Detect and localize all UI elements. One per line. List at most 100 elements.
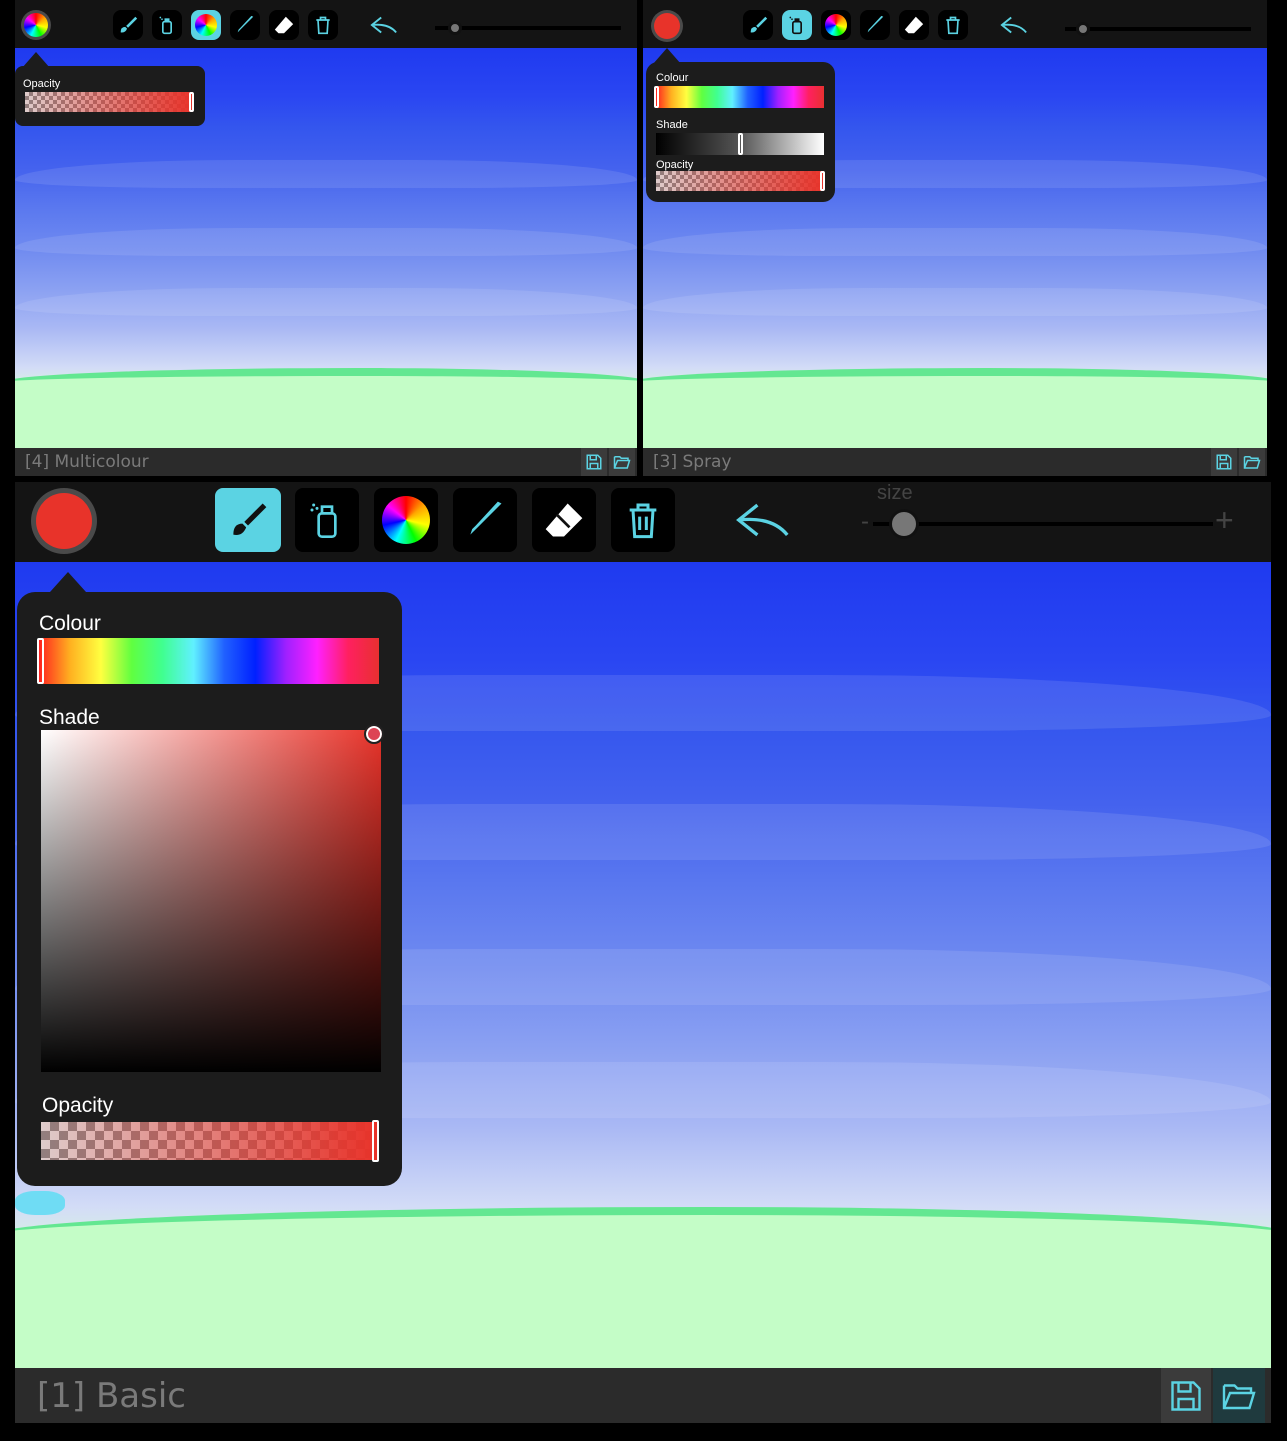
shade-label: Shade: [656, 119, 688, 131]
pen-icon: [237, 15, 254, 33]
size-plus: +: [1215, 502, 1234, 538]
panel-label: [1] Basic: [37, 1375, 186, 1416]
opacity-slider[interactable]: [656, 171, 824, 191]
panel-footer: [4] Multicolour: [15, 448, 637, 476]
trash-tool-button[interactable]: [611, 488, 675, 552]
size-slider-track: [435, 26, 621, 30]
shade-picker[interactable]: [41, 730, 381, 1072]
colour-picker-button[interactable]: [651, 10, 683, 42]
spray-icon: [310, 503, 337, 538]
hue-slider-handle[interactable]: [654, 86, 659, 108]
spray-icon: [159, 16, 172, 35]
save-button[interactable]: [1161, 1368, 1211, 1423]
eraser-icon: [904, 16, 924, 34]
size-slider-knob[interactable]: [889, 509, 919, 539]
colour-picker-button[interactable]: [21, 10, 51, 40]
save-button[interactable]: [1211, 448, 1237, 476]
trash-icon: [629, 503, 657, 539]
opacity-slider[interactable]: [41, 1122, 377, 1160]
colour-popup: Opacity: [15, 66, 205, 126]
open-button[interactable]: [1239, 448, 1265, 476]
hue-slider[interactable]: [656, 86, 824, 108]
panel-multicolour: [4] Multicolour Opacity: [15, 0, 637, 476]
shade-slider-handle[interactable]: [738, 133, 743, 155]
colour-popup: Colour Shade Opacity: [17, 592, 402, 1186]
toolbar: [643, 0, 1267, 48]
open-button[interactable]: [1213, 1368, 1265, 1423]
spray-tool-button[interactable]: [295, 488, 359, 552]
colour-label: Colour: [656, 72, 689, 84]
panel-label: [3] Spray: [653, 452, 732, 472]
undo-icon: [370, 16, 397, 34]
pen-icon: [867, 15, 884, 33]
eraser-tool-button[interactable]: [899, 10, 929, 40]
eraser-tool-button[interactable]: [269, 10, 299, 40]
folder-open-icon: [1222, 1383, 1256, 1409]
undo-button[interactable]: [367, 10, 401, 40]
pen-tool-button[interactable]: [860, 10, 890, 40]
pen-tool-button[interactable]: [230, 10, 260, 40]
multicolour-tool-button[interactable]: [191, 10, 221, 40]
brush-tool-button[interactable]: [215, 488, 281, 552]
panel-spray: [3] Spray Colour Shade Opacity: [643, 0, 1267, 476]
pen-icon: [470, 501, 502, 535]
colour-popup: Colour Shade Opacity: [646, 62, 835, 202]
spray-icon: [789, 16, 802, 35]
size-slider-knob[interactable]: [448, 21, 462, 35]
hue-slider[interactable]: [39, 638, 379, 684]
opacity-label: Opacity: [23, 78, 61, 90]
size-slider[interactable]: [873, 509, 1213, 539]
opacity-slider-handle[interactable]: [820, 171, 825, 191]
toolbar: size - +: [15, 482, 1271, 562]
brush-tool-button[interactable]: [743, 10, 773, 40]
opacity-slider[interactable]: [25, 92, 193, 112]
save-icon: [1216, 454, 1232, 470]
size-slider[interactable]: [435, 18, 621, 38]
colour-label: Colour: [39, 612, 101, 635]
multicolour-tool-button[interactable]: [374, 488, 438, 552]
panel-basic: size - + [1] Basic Colour Shade Opacity: [15, 482, 1271, 1423]
colour-picker-button[interactable]: [31, 488, 97, 554]
size-slider[interactable]: [1065, 19, 1251, 39]
grass-hill: [15, 368, 637, 448]
eraser-icon: [545, 503, 583, 537]
panel-label: [4] Multicolour: [25, 452, 149, 472]
popup-caret: [50, 572, 86, 592]
multicolour-icon: [825, 14, 847, 36]
trash-tool-button[interactable]: [938, 10, 968, 40]
size-slider-knob[interactable]: [1076, 22, 1090, 36]
brush-icon: [120, 16, 138, 33]
spray-tool-button[interactable]: [782, 10, 812, 40]
shade-label: Shade: [39, 706, 100, 729]
opacity-slider-handle[interactable]: [189, 92, 194, 112]
brush-tool-button[interactable]: [113, 10, 143, 40]
undo-button[interactable]: [997, 10, 1031, 40]
multicolour-tool-button[interactable]: [821, 10, 851, 40]
save-icon: [586, 454, 602, 470]
pen-tool-button[interactable]: [453, 488, 517, 552]
trash-icon: [946, 16, 960, 35]
multicolour-icon: [195, 14, 217, 36]
folder-open-icon: [613, 456, 631, 469]
open-button[interactable]: [609, 448, 635, 476]
shade-picker-handle[interactable]: [364, 724, 384, 744]
eraser-tool-button[interactable]: [532, 488, 596, 552]
trash-icon: [316, 16, 330, 35]
trash-tool-button[interactable]: [308, 10, 338, 40]
grass-hill: [15, 1206, 1271, 1368]
save-button[interactable]: [581, 448, 607, 476]
size-slider-track: [1065, 27, 1251, 31]
colour-swatch: [36, 493, 92, 549]
spray-tool-button[interactable]: [152, 10, 182, 40]
undo-icon: [1000, 16, 1027, 34]
brush-icon: [233, 503, 267, 535]
size-minus: -: [861, 508, 869, 535]
opacity-label: Opacity: [42, 1094, 114, 1117]
multicolour-swatch-icon: [24, 13, 48, 37]
hue-slider-handle[interactable]: [37, 638, 44, 684]
brush-icon: [750, 16, 768, 33]
undo-icon: [736, 503, 789, 537]
undo-button[interactable]: [730, 494, 796, 546]
opacity-slider-handle[interactable]: [372, 1120, 379, 1162]
panel-footer: [3] Spray: [643, 448, 1267, 476]
